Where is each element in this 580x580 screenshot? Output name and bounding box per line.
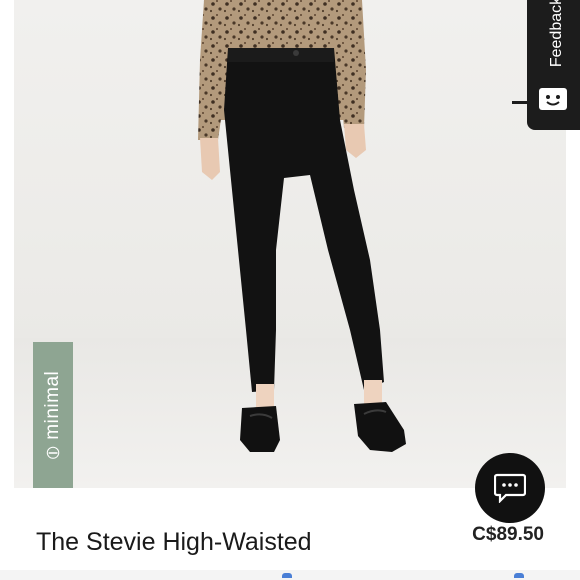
chat-button[interactable] bbox=[475, 453, 545, 523]
bottom-nav-bar bbox=[0, 570, 580, 580]
nav-indicator-icon[interactable] bbox=[282, 573, 292, 578]
product-image[interactable] bbox=[14, 0, 566, 488]
chat-bubble-icon bbox=[494, 473, 526, 503]
product-title[interactable]: The Stevie High-Waisted bbox=[36, 528, 312, 557]
feedback-tab[interactable]: Feedback bbox=[527, 0, 580, 130]
feedback-label: Feedback bbox=[548, 0, 565, 68]
product-price: C$89.50 bbox=[472, 524, 544, 545]
minimal-circle-line-icon: ⦶ bbox=[42, 445, 63, 460]
model-figure bbox=[198, 0, 406, 452]
style-tag-label: minimal bbox=[42, 370, 63, 440]
style-tag[interactable]: ⦶ minimal bbox=[33, 342, 73, 488]
nav-indicator-icon[interactable] bbox=[514, 573, 524, 578]
smiley-box-icon bbox=[539, 88, 567, 110]
